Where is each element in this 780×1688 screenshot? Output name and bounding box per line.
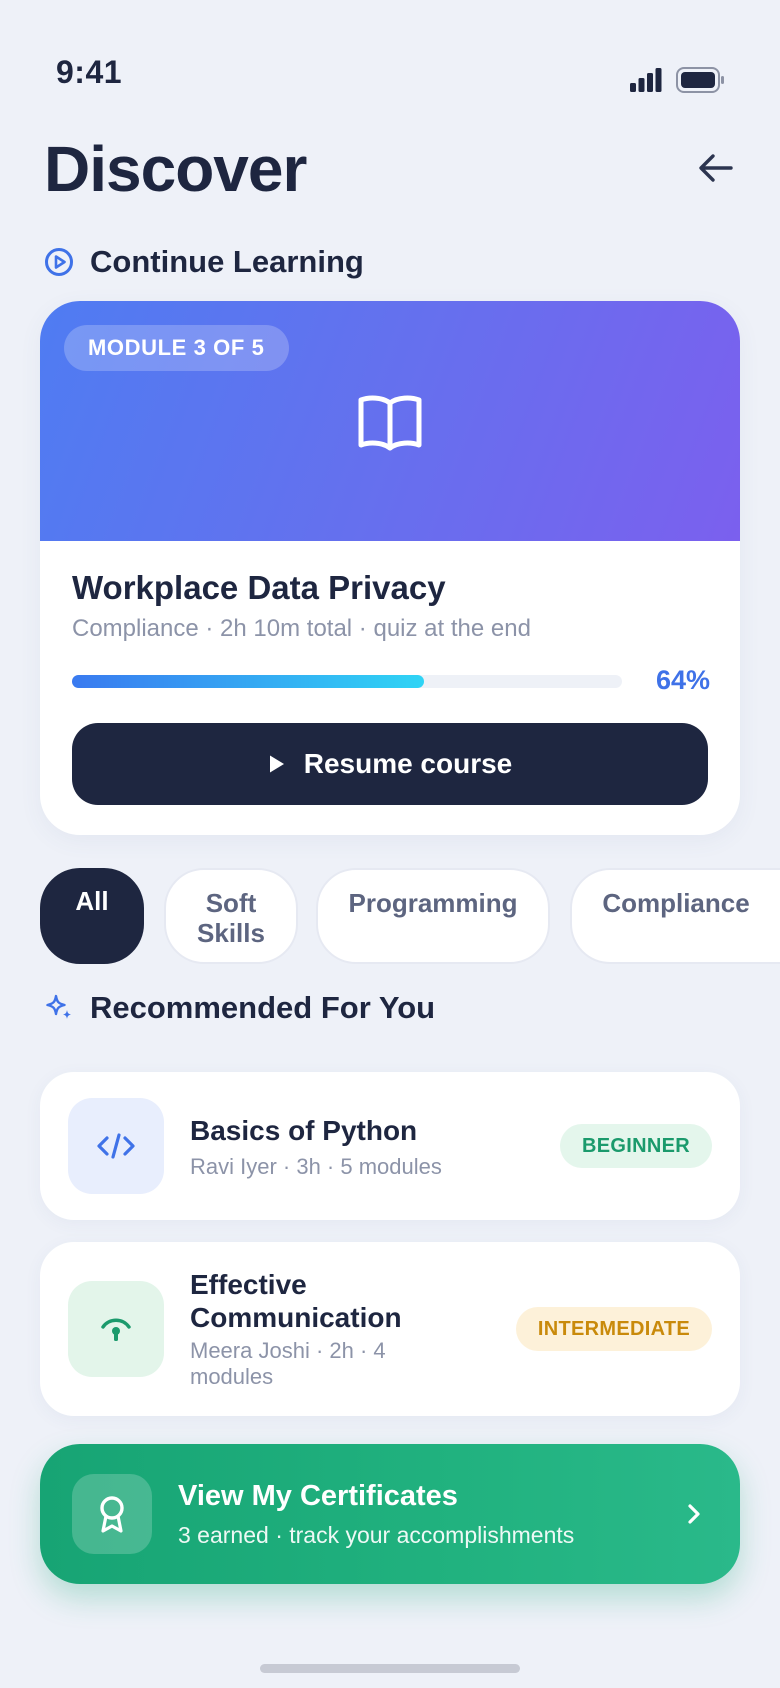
chip-compliance[interactable]: Compliance	[570, 868, 780, 964]
back-button[interactable]	[690, 146, 742, 190]
view-certificates-button[interactable]: View My Certificates 3 earned · track yo…	[40, 1444, 740, 1584]
award-icon	[100, 1496, 124, 1533]
resume-course-button[interactable]: Resume course	[72, 723, 708, 805]
certificates-subtitle: 3 earned · track your accomplishments	[178, 1522, 575, 1548]
arrow-left-icon	[699, 154, 733, 182]
course-title: Basics of Python	[190, 1115, 418, 1146]
continue-learning-heading: Continue Learning	[44, 244, 364, 280]
resume-label: Resume course	[303, 748, 513, 779]
play-circle-icon	[45, 248, 73, 276]
level-badge: BEGINNER	[560, 1124, 712, 1168]
module-badge: MODULE 3 OF 5	[64, 325, 289, 371]
course-title: Effective Communication	[190, 1269, 402, 1333]
chip-label: Programming	[348, 888, 518, 918]
chip-label: Soft Skills	[197, 888, 265, 948]
category-filters: All Soft Skills Programming Compliance	[40, 868, 780, 964]
section-title: Continue Learning	[90, 244, 364, 279]
play-icon	[269, 755, 284, 773]
chip-all[interactable]: All	[40, 868, 144, 964]
course-meta: Compliance · 2h 10m total · quiz at the …	[72, 615, 531, 642]
battery-icon	[676, 67, 724, 93]
signal-icon	[630, 68, 662, 92]
course-card-python[interactable]: Basics of Python Ravi Iyer · 3h · 5 modu…	[40, 1072, 740, 1220]
page-title: Discover	[44, 133, 307, 205]
course-meta: Meera Joshi · 2h · 4 modules	[190, 1338, 386, 1389]
progress-bar	[72, 675, 622, 688]
course-thumbnail	[68, 1098, 164, 1194]
chip-programming[interactable]: Programming	[316, 868, 550, 964]
course-title: Workplace Data Privacy	[72, 569, 446, 606]
continue-course-card[interactable]: MODULE 3 OF 5 Workplace Data Privacy Com…	[40, 301, 740, 835]
sparkles-icon	[46, 994, 71, 1019]
section-title: Recommended For You	[90, 990, 436, 1025]
status-time: 9:41	[56, 54, 123, 90]
chip-soft-skills[interactable]: Soft Skills	[164, 868, 298, 964]
chevron-right-icon	[688, 1504, 700, 1524]
chip-label: All	[75, 886, 109, 916]
course-hero: MODULE 3 OF 5	[40, 301, 740, 541]
course-meta: Ravi Iyer · 3h · 5 modules	[190, 1154, 442, 1179]
certificates-title: View My Certificates	[178, 1480, 458, 1512]
chip-label: Compliance	[602, 888, 750, 918]
book-open-icon	[358, 395, 422, 451]
course-thumbnail	[68, 1281, 164, 1377]
award-icon-box	[72, 1474, 152, 1554]
progress-fill	[72, 675, 424, 688]
course-card-communication[interactable]: Effective Communication Meera Joshi · 2h…	[40, 1242, 740, 1416]
level-badge: INTERMEDIATE	[515, 1307, 712, 1351]
recommended-heading: Recommended For You	[44, 990, 435, 1026]
broadcast-icon	[101, 1318, 131, 1341]
code-icon	[97, 1133, 135, 1159]
home-indicator[interactable]	[260, 1664, 520, 1673]
progress-percent: 64%	[655, 665, 710, 695]
